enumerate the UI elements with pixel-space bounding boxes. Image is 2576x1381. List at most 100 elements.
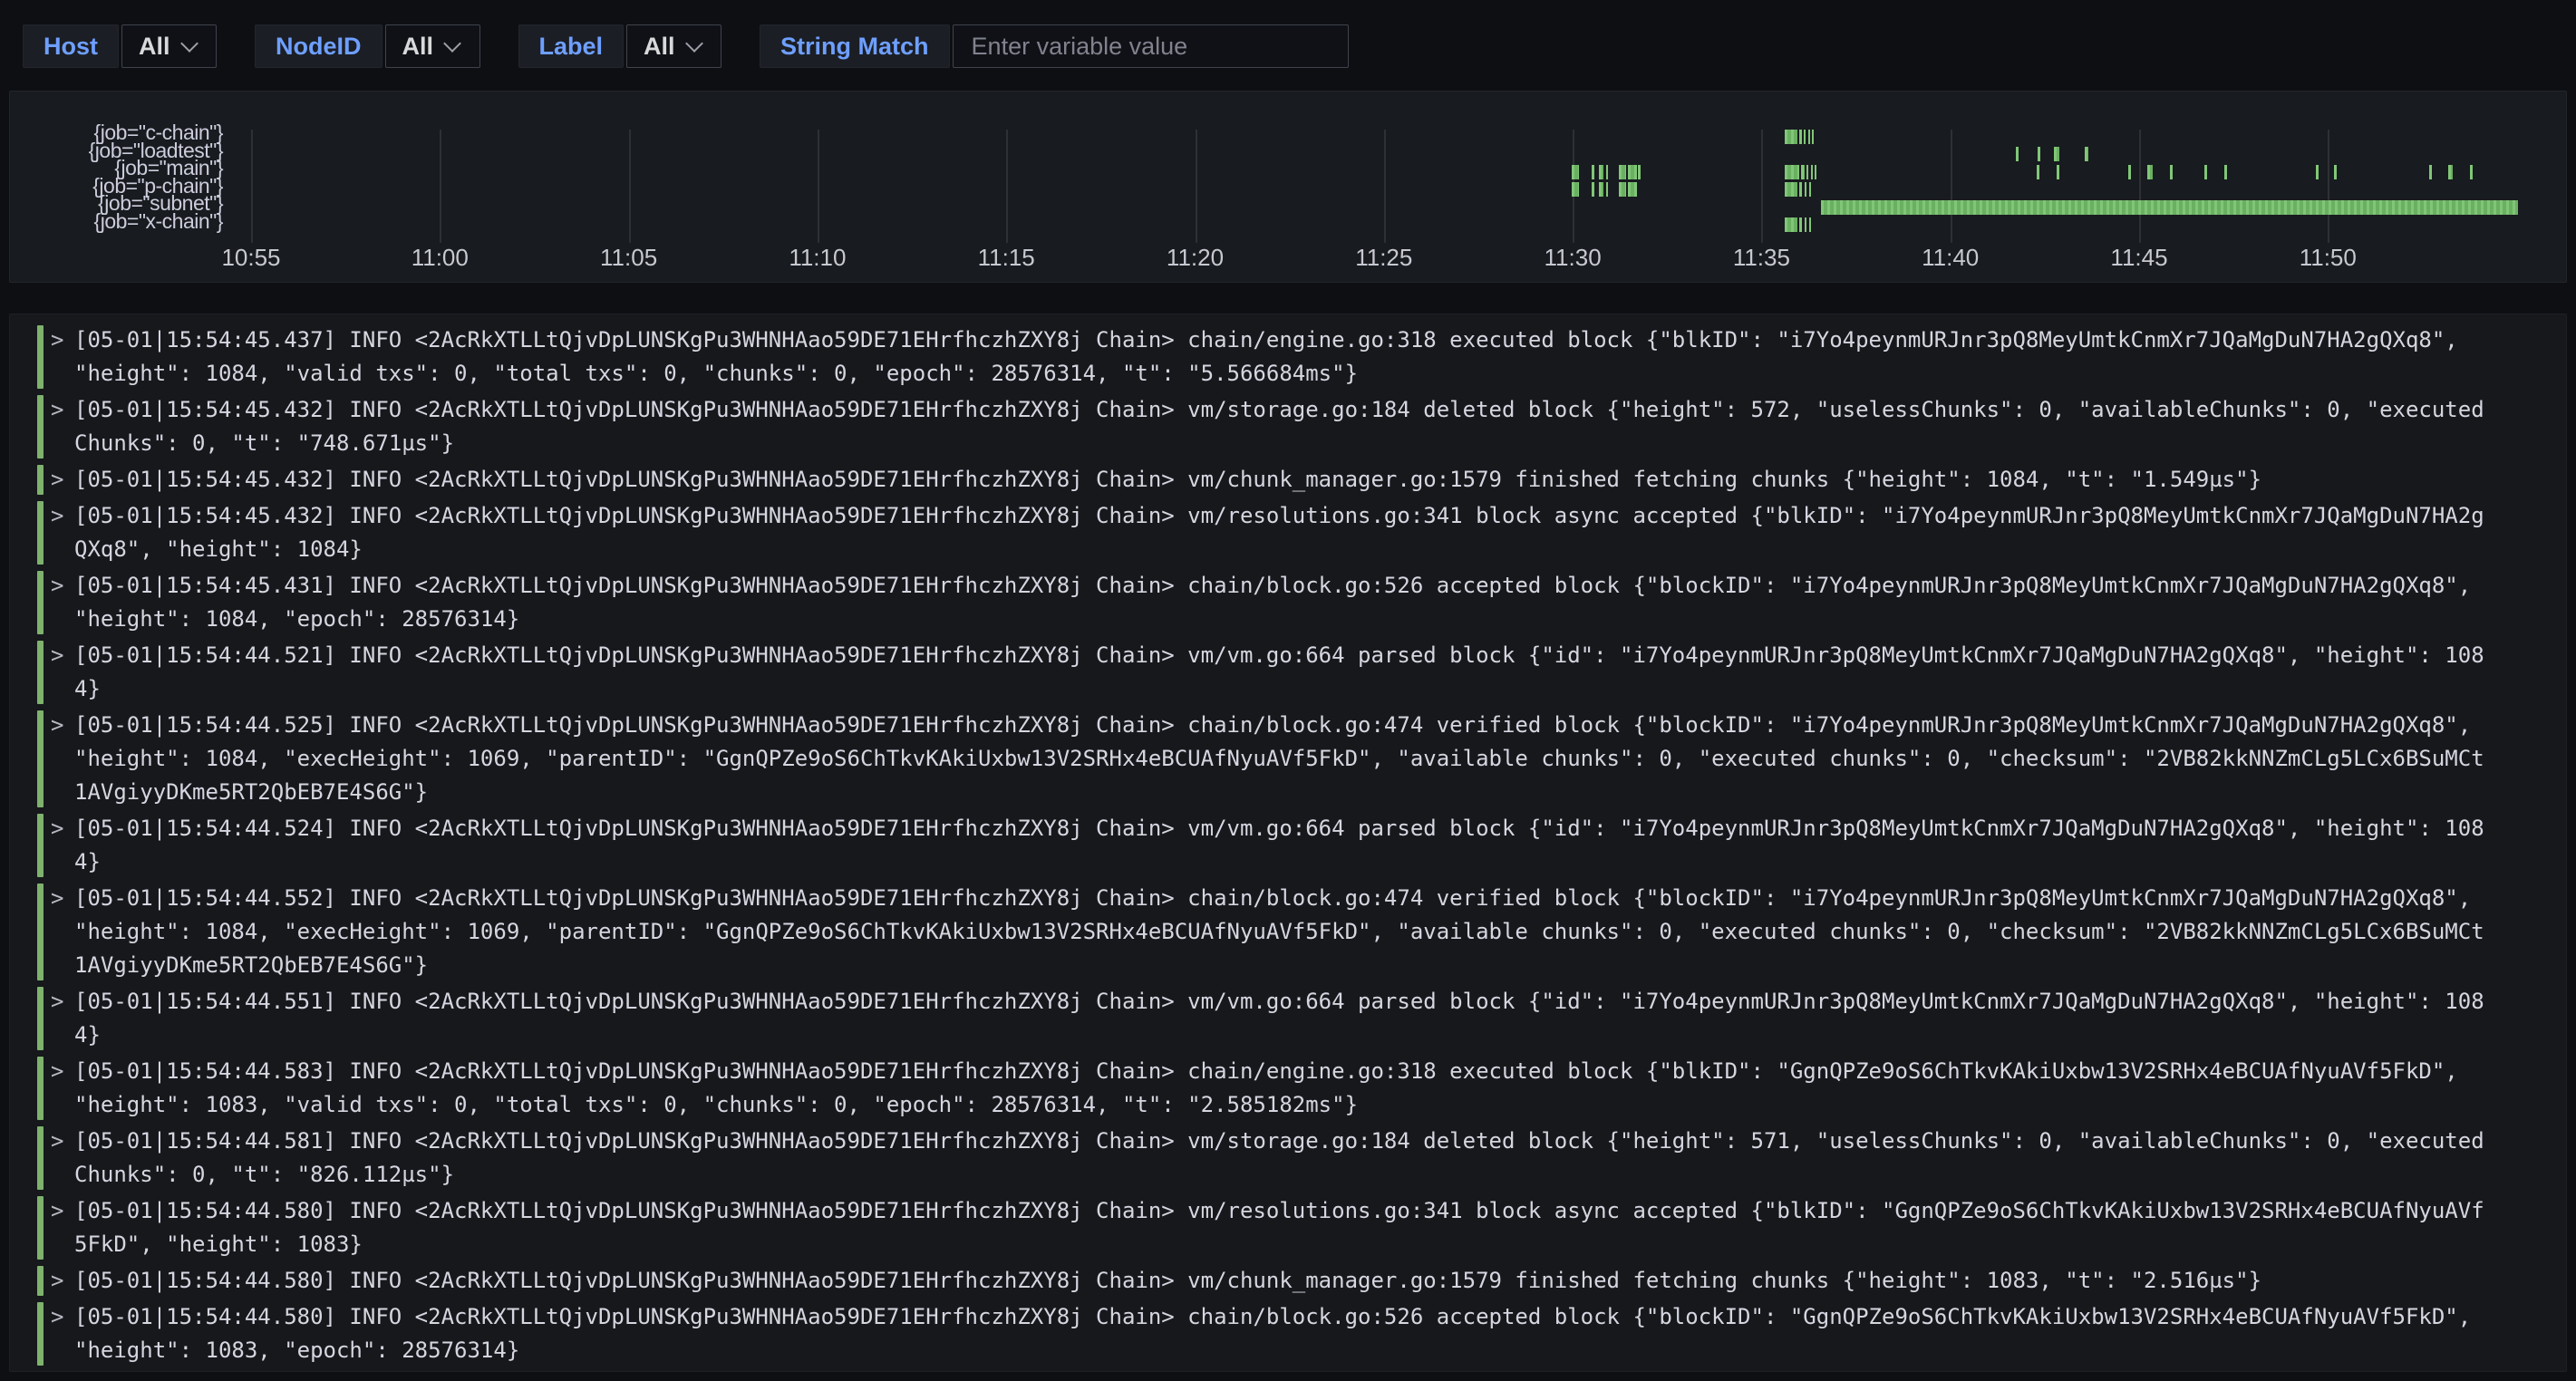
log-row[interactable]: >[05-01|15:54:44.524] INFO <2AcRkXTLLtQj… [37,812,2566,879]
log-volume-mark-x-chain [1785,217,1797,232]
chevron-right-icon[interactable]: > [51,639,69,706]
log-row[interactable]: >[05-01|15:54:44.581] INFO <2AcRkXTLLtQj… [37,1125,2566,1192]
variable-label: Label All [518,24,722,68]
log-level-bar [37,884,44,980]
log-volume-mark-subnet [1821,200,2518,215]
log-volume-mark-main [1628,165,1637,179]
log-row[interactable]: >[05-01|15:54:44.552] INFO <2AcRkXTLLtQj… [37,882,2566,982]
chevron-right-icon[interactable]: > [51,569,69,636]
log-volume-mark-main [1606,165,1608,179]
log-message: [05-01|15:54:44.583] INFO <2AcRkXTLLtQjv… [74,1055,2490,1122]
chevron-right-icon[interactable]: > [51,324,69,391]
log-level-bar [37,1266,44,1296]
log-message: [05-01|15:54:44.552] INFO <2AcRkXTLLtQjv… [74,882,2490,982]
chevron-right-icon[interactable]: > [51,1125,69,1192]
gridline [629,130,631,243]
log-volume-mark-main [2204,165,2207,179]
log-level-bar [37,814,44,877]
log-volume-mark-main [1801,165,1805,179]
string-match-input[interactable] [953,24,1349,68]
log-message: [05-01|15:54:45.432] INFO <2AcRkXTLLtQjv… [74,463,2490,497]
log-row[interactable]: >[05-01|15:54:44.583] INFO <2AcRkXTLLtQj… [37,1055,2566,1122]
log-volume-mark-main [2128,165,2131,179]
x-axis-tick-label: 11:40 [1896,244,2005,272]
chevron-right-icon[interactable]: > [51,499,69,566]
log-row[interactable]: >[05-01|15:54:44.521] INFO <2AcRkXTLLtQj… [37,639,2566,706]
log-row[interactable]: >[05-01|15:54:45.431] INFO <2AcRkXTLLtQj… [37,569,2566,636]
log-volume-mark-x-chain [1809,217,1811,232]
logs-panel: >[05-01|15:54:45.437] INFO <2AcRkXTLLtQj… [9,314,2567,1372]
log-row[interactable]: >[05-01|15:54:44.580] INFO <2AcRkXTLLtQj… [37,1264,2566,1298]
gridline [440,130,441,243]
variable-label-host: Host [23,24,119,68]
label-select[interactable]: All [626,24,721,68]
chevron-down-icon [443,34,461,53]
chevron-right-icon[interactable]: > [51,1194,69,1261]
x-axis-tick-label: 11:30 [1518,244,1627,272]
variable-host: Host All [23,24,217,68]
log-volume-mark-main [2147,165,2153,179]
log-volume-mark-loadtest [2016,147,2019,161]
log-row[interactable]: >[05-01|15:54:44.525] INFO <2AcRkXTLLtQj… [37,709,2566,809]
variable-label-nodeid: NodeID [255,24,383,68]
log-row[interactable]: >[05-01|15:54:45.432] INFO <2AcRkXTLLtQj… [37,499,2566,566]
log-volume-mark-p-chain [1592,182,1594,197]
log-volume-mark-c-chain [1804,130,1806,144]
log-level-bar [37,1302,44,1366]
gridline [1761,130,1763,243]
log-row[interactable]: >[05-01|15:54:45.437] INFO <2AcRkXTLLtQj… [37,324,2566,391]
log-row[interactable]: >[05-01|15:54:44.580] INFO <2AcRkXTLLtQj… [37,1300,2566,1367]
host-select[interactable]: All [121,24,217,68]
log-volume-mark-p-chain [1572,182,1579,197]
log-row[interactable]: >[05-01|15:54:45.432] INFO <2AcRkXTLLtQj… [37,393,2566,460]
log-volume-mark-main [2448,165,2453,179]
chevron-down-icon [685,34,703,53]
chevron-right-icon[interactable]: > [51,882,69,982]
log-level-bar [37,710,44,807]
log-volume-panel: 10:5511:0011:0511:1011:1511:2011:2511:30… [9,91,2567,283]
x-axis-tick-label: 11:05 [575,244,683,272]
chevron-right-icon[interactable]: > [51,1264,69,1298]
log-volume-mark-main [2170,165,2173,179]
log-volume-mark-main [2316,165,2319,179]
chevron-right-icon[interactable]: > [51,985,69,1052]
log-level-bar [37,987,44,1050]
log-message: [05-01|15:54:45.437] INFO <2AcRkXTLLtQjv… [74,324,2490,391]
log-volume-mark-main [1815,165,1816,179]
log-message: [05-01|15:54:44.551] INFO <2AcRkXTLLtQjv… [74,985,2490,1052]
log-message: [05-01|15:54:44.525] INFO <2AcRkXTLLtQjv… [74,709,2490,809]
log-row[interactable]: >[05-01|15:54:44.580] INFO <2AcRkXTLLtQj… [37,1194,2566,1261]
log-volume-mark-loadtest [2054,147,2059,161]
log-volume-mark-main [1638,165,1641,179]
log-list: >[05-01|15:54:45.437] INFO <2AcRkXTLLtQj… [37,324,2566,1367]
log-volume-mark-c-chain [1785,130,1797,144]
log-volume-mark-main [2224,165,2227,179]
nodeid-select[interactable]: All [385,24,480,68]
chevron-right-icon[interactable]: > [51,1300,69,1367]
gridline [2328,130,2329,243]
chevron-right-icon[interactable]: > [51,812,69,879]
x-axis-tick-label: 11:00 [385,244,494,272]
log-volume-mark-main [2334,165,2337,179]
log-message: [05-01|15:54:44.581] INFO <2AcRkXTLLtQjv… [74,1125,2490,1192]
log-message: [05-01|15:54:44.580] INFO <2AcRkXTLLtQjv… [74,1194,2490,1261]
chevron-right-icon[interactable]: > [51,393,69,460]
log-volume-mark-p-chain [1599,182,1603,197]
log-message: [05-01|15:54:44.580] INFO <2AcRkXTLLtQjv… [74,1264,2490,1298]
nodeid-select-value: All [402,33,434,61]
log-row[interactable]: >[05-01|15:54:44.551] INFO <2AcRkXTLLtQj… [37,985,2566,1052]
log-row[interactable]: >[05-01|15:54:45.432] INFO <2AcRkXTLLtQj… [37,463,2566,497]
log-volume-plot[interactable]: 10:5511:0011:0511:1011:1511:2011:2511:30… [10,92,2566,282]
log-volume-mark-main [1619,165,1626,179]
log-message: [05-01|15:54:44.521] INFO <2AcRkXTLLtQjv… [74,639,2490,706]
log-message: [05-01|15:54:44.580] INFO <2AcRkXTLLtQjv… [74,1300,2490,1367]
variable-string-match: String Match [760,24,1349,68]
x-axis-tick-label: 11:45 [2085,244,2193,272]
gridline [1384,130,1386,243]
chevron-right-icon[interactable]: > [51,1055,69,1122]
chevron-right-icon[interactable]: > [51,463,69,497]
chevron-right-icon[interactable]: > [51,709,69,809]
log-message: [05-01|15:54:45.432] INFO <2AcRkXTLLtQjv… [74,393,2490,460]
log-message: [05-01|15:54:44.524] INFO <2AcRkXTLLtQjv… [74,812,2490,879]
log-level-bar [37,1196,44,1260]
